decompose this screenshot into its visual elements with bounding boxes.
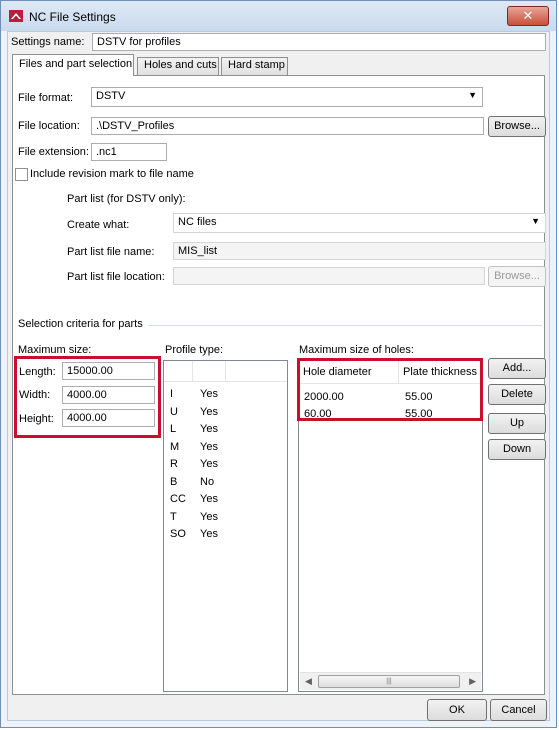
browse-file-location-button[interactable]: Browse... [488, 116, 546, 137]
move-down-button[interactable]: Down [488, 439, 546, 460]
profile-type-header [164, 361, 287, 382]
window-title: NC File Settings [29, 10, 116, 24]
file-location-label: File location: [18, 120, 80, 132]
width-label: Width: [19, 389, 51, 401]
holes-highlight [297, 358, 483, 421]
profile-type-code[interactable]: I [170, 388, 173, 400]
profile-type-value[interactable]: Yes [200, 458, 218, 470]
settings-name-label: Settings name: [11, 36, 85, 48]
revision-mark-label: Include revision mark to file name [30, 168, 194, 180]
file-location-input[interactable]: .\DSTV_Profiles [91, 117, 484, 135]
part-list-file-name-input[interactable]: MIS_list [173, 242, 546, 260]
close-button[interactable]: ✕ [507, 6, 549, 26]
profile-type-value[interactable]: No [200, 476, 214, 488]
profile-type-code[interactable]: SO [170, 528, 186, 540]
profile-type-code[interactable]: T [170, 511, 177, 523]
move-up-button[interactable]: Up [488, 413, 546, 434]
delete-hole-button[interactable]: Delete [488, 384, 546, 405]
title-bar[interactable]: NC File Settings ✕ [1, 1, 556, 31]
profile-type-code[interactable]: L [170, 423, 176, 435]
profile-type-code[interactable]: R [170, 458, 178, 470]
settings-name-input[interactable]: DSTV for profiles [92, 33, 546, 51]
profile-type-value[interactable]: Yes [200, 528, 218, 540]
ok-button[interactable]: OK [427, 699, 487, 721]
length-label: Length: [19, 366, 56, 378]
chevron-down-icon: ▼ [468, 90, 477, 100]
part-list-file-location-input[interactable] [173, 267, 485, 285]
height-input[interactable]: 4000.00 [62, 409, 155, 427]
length-input[interactable]: 15000.00 [62, 362, 155, 380]
files-and-part-selection-panel: File format: DSTV ▼ File location: .\DST… [12, 75, 546, 695]
tab-holes-and-cuts[interactable]: Holes and cuts [137, 57, 219, 75]
chevron-down-icon: ▼ [531, 216, 540, 226]
file-extension-label: File extension: [18, 146, 89, 158]
profile-type-title: Profile type: [165, 344, 224, 356]
profile-type-value[interactable]: Yes [200, 511, 218, 523]
revision-mark-checkbox[interactable] [15, 168, 28, 181]
nc-file-settings-window: NC File Settings ✕ Settings name: DSTV f… [0, 0, 557, 728]
part-list-file-name-label: Part list file name: [67, 246, 155, 258]
profile-type-code[interactable]: B [170, 476, 177, 488]
horizontal-scrollbar[interactable]: ◀ ||| ▶ [300, 672, 481, 690]
profile-type-value[interactable]: Yes [200, 423, 218, 435]
part-list-title: Part list (for DSTV only): [67, 193, 186, 205]
profile-type-code[interactable]: CC [170, 493, 186, 505]
file-format-select[interactable]: DSTV ▼ [91, 87, 483, 107]
tab-hard-stamp[interactable]: Hard stamp [221, 57, 288, 75]
create-what-value: NC files [178, 216, 217, 228]
width-input[interactable]: 4000.00 [62, 386, 155, 404]
scroll-right-icon[interactable]: ▶ [469, 676, 476, 687]
selection-criteria-title: Selection criteria for parts [18, 318, 143, 330]
profile-type-value[interactable]: Yes [200, 406, 218, 418]
profile-type-code[interactable]: U [170, 406, 178, 418]
part-list-file-location-label: Part list file location: [67, 271, 165, 283]
profile-type-value[interactable]: Yes [200, 388, 218, 400]
profile-type-code[interactable]: M [170, 441, 179, 453]
height-label: Height: [19, 413, 54, 425]
app-icon [9, 10, 23, 22]
tab-files-and-part-selection[interactable]: Files and part selection [12, 54, 134, 76]
file-format-value: DSTV [96, 90, 126, 102]
maximum-size-title: Maximum size: [18, 344, 92, 356]
scroll-left-icon[interactable]: ◀ [305, 676, 312, 687]
maximum-size-of-holes-title: Maximum size of holes: [299, 344, 414, 356]
profile-type-value[interactable]: Yes [200, 493, 218, 505]
add-hole-button[interactable]: Add... [488, 358, 546, 379]
file-format-label: File format: [18, 92, 74, 104]
create-what-select[interactable]: NC files ▼ [173, 213, 546, 233]
close-icon: ✕ [522, 8, 534, 23]
browse-part-list-location-button[interactable]: Browse... [488, 266, 546, 287]
create-what-label: Create what: [67, 219, 130, 231]
section-separator [148, 325, 542, 326]
cancel-button[interactable]: Cancel [490, 699, 547, 721]
profile-type-value[interactable]: Yes [200, 441, 218, 453]
scrollbar-thumb[interactable]: ||| [318, 675, 460, 688]
profile-type-list[interactable]: I Yes U Yes L Yes M Yes R Yes B No CC Yes T Yes SO Yes [163, 360, 288, 692]
dialog-body: Settings name: DSTV for profiles Files a… [7, 31, 550, 721]
file-extension-input[interactable]: .nc1 [91, 143, 167, 161]
